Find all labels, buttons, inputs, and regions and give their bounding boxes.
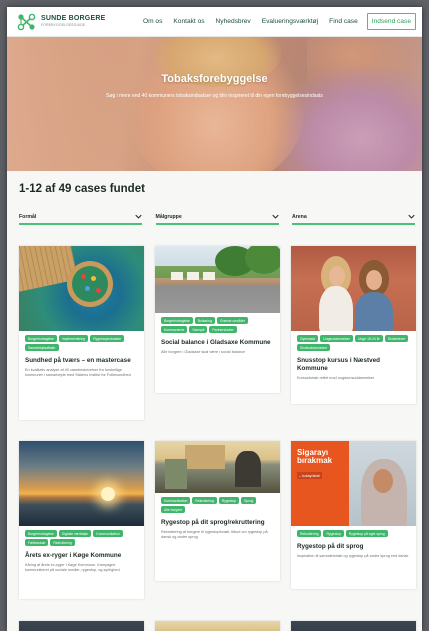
nav-link-kontakt-os[interactable]: Kontakt os xyxy=(173,18,204,25)
case-card[interactable]: Gymnasie Ungeuddannelser Unge 15-24 år S… xyxy=(291,246,416,404)
case-image xyxy=(291,246,416,331)
tag[interactable]: Skoleuddannelser xyxy=(297,344,331,351)
tag[interactable]: Ungeuddannelser xyxy=(320,335,354,342)
case-description: Kursusforløb rettet mod ungdomsuddannels… xyxy=(297,375,375,380)
poster-headline: Sigarayı bırakmak xyxy=(297,448,333,466)
hero-title: Tobaksforebyggelse xyxy=(161,73,268,85)
tag-list: Kommunikation Rekruttering Rygestop Spro… xyxy=(161,497,274,513)
case-title[interactable]: Årets ex-ryger i Køge Kommune xyxy=(25,552,138,560)
tag[interactable]: Gymnasie xyxy=(297,335,319,342)
case-card[interactable]: Kommunikation Rekruttering Rygestop Spro… xyxy=(155,441,280,581)
case-description: Inspiration til samtaleforløb og rygesto… xyxy=(297,553,409,558)
case-card[interactable] xyxy=(155,621,280,631)
filter-label: Formål xyxy=(19,213,37,220)
case-card[interactable]: Borgerindragelse Digitale værktøjer Komm… xyxy=(19,441,144,599)
chevron-down-icon xyxy=(408,214,415,219)
tag[interactable]: Borgerindragelse xyxy=(25,335,57,342)
case-description: En kvalitativ analyse af 40 casebeskrive… xyxy=(25,367,131,378)
case-image xyxy=(291,621,416,631)
case-image xyxy=(19,441,144,526)
tag[interactable]: Skoleelever xyxy=(384,335,409,342)
logo-text: SUNDE BORGERE FOREBYGGELSESGUIDE xyxy=(41,15,105,27)
logo-subtitle: FOREBYGGELSESGUIDE xyxy=(41,23,86,28)
case-image xyxy=(155,246,280,313)
logo[interactable]: SUNDE BORGERE FOREBYGGELSESGUIDE xyxy=(17,12,123,32)
tag[interactable]: Unge 15-24 år xyxy=(355,335,383,342)
hero-subtitle: Søg i mere end 40 kommuners tobaksindsat… xyxy=(106,93,323,99)
case-card[interactable]: Borgerindragelse Implementering Rygestop… xyxy=(19,246,144,420)
tag[interactable]: Implementering xyxy=(58,335,89,342)
nav-link-evalueringsvaerktoej[interactable]: Evalueringsværktøj xyxy=(262,18,318,25)
filter-maalgruppe-dropdown[interactable]: Målgruppe xyxy=(155,210,279,225)
page: SUNDE BORGERE FOREBYGGELSESGUIDE Om os K… xyxy=(7,7,422,631)
tag[interactable]: Rygestop xyxy=(218,497,240,504)
tag[interactable]: Partnerskaber xyxy=(209,326,237,333)
case-card[interactable] xyxy=(19,621,144,631)
tag-list: Gymnasie Ungeuddannelser Unge 15-24 år S… xyxy=(297,335,410,351)
filter-label: Målgruppe xyxy=(155,213,182,220)
tag[interactable]: Borgerindragelse xyxy=(25,530,57,537)
tag[interactable]: Rygestopindsatser xyxy=(90,335,125,342)
case-title[interactable]: Sundhed på tværs – en mastercase xyxy=(25,357,138,365)
filter-arena-dropdown[interactable]: Arena xyxy=(292,210,415,225)
tag[interactable]: Samspil xyxy=(189,326,208,333)
chevron-down-icon xyxy=(135,214,142,219)
tag[interactable]: Samarbejdsaftaler xyxy=(25,344,59,351)
case-description: Rekruttering af borgere til rygestopforl… xyxy=(161,529,268,540)
filter-formaal-dropdown[interactable]: Formål xyxy=(19,210,142,225)
tag[interactable]: Alle borgere xyxy=(161,506,186,513)
main-nav: Om os Kontakt os Nyhedsbrev Evalueringsv… xyxy=(123,13,416,30)
case-description: Kåring af årets ex-ryger i Køge Kommune.… xyxy=(25,562,121,573)
case-image xyxy=(155,621,280,631)
case-image: Sigarayı bırakmak – kolaylıkla! xyxy=(291,441,416,526)
tag[interactable]: Rekruttering xyxy=(192,497,217,504)
tag[interactable]: Rekruttering xyxy=(297,530,322,537)
logo-icon xyxy=(17,13,36,30)
case-title[interactable]: Rygestop på dit sprog/rekruttering xyxy=(161,519,274,527)
nav-link-nyhedsbrev[interactable]: Nyhedsbrev xyxy=(216,18,251,25)
nav-link-om-os[interactable]: Om os xyxy=(143,18,162,25)
case-title[interactable]: Rygestop på dit sprog xyxy=(297,543,410,551)
tag[interactable]: Rekruttering xyxy=(50,539,75,546)
tag[interactable]: Digitale værktøjer xyxy=(58,530,92,537)
tag-list: Borgerindragelse Implementering Rygestop… xyxy=(25,335,138,351)
tag[interactable]: Kommunerne xyxy=(161,326,188,333)
submit-case-button[interactable]: Indsend case xyxy=(366,13,416,30)
case-description: Alle borgere i Gladsaxe skal være i soci… xyxy=(161,349,245,354)
poster-subline: – kolaylıkla! xyxy=(297,472,322,479)
case-title[interactable]: Snusstop kursus i Næstved Kommune xyxy=(297,357,410,373)
tag[interactable]: Rygestop xyxy=(323,530,344,537)
tag[interactable]: Grønne områder xyxy=(216,317,249,324)
tag[interactable]: Kommunikation xyxy=(93,530,123,537)
tag-list: Borgerindragelse Bolsaring Grønne område… xyxy=(161,317,274,333)
case-card[interactable]: Sigarayı bırakmak – kolaylıkla! Rekrutte… xyxy=(291,441,416,589)
site-header: SUNDE BORGERE FOREBYGGELSESGUIDE Om os K… xyxy=(7,7,422,37)
tag-list: Borgerindragelse Digitale værktøjer Komm… xyxy=(25,530,138,546)
results-count-heading: 1-12 af 49 cases fundet xyxy=(19,183,145,195)
case-title[interactable]: Social balance i Gladsaxe Kommune xyxy=(161,339,274,347)
case-image xyxy=(155,441,280,493)
nav-link-find-case[interactable]: Find case xyxy=(329,18,358,25)
case-card[interactable] xyxy=(291,621,416,631)
filter-bar: Formål Målgruppe Arena xyxy=(19,210,415,225)
case-image xyxy=(19,621,144,631)
tag[interactable]: Rygestop på eget sprog xyxy=(345,530,388,537)
tag[interactable]: Bolsaring xyxy=(194,317,215,324)
tag[interactable]: Sprog xyxy=(241,497,257,504)
tag[interactable]: Borgerindragelse xyxy=(161,317,193,324)
logo-title: SUNDE BORGERE xyxy=(41,15,106,23)
chevron-down-icon xyxy=(271,214,279,219)
tag[interactable]: Kommunikation xyxy=(161,497,191,504)
filter-label: Arena xyxy=(292,213,307,220)
tag[interactable]: Fællesskab xyxy=(25,539,49,546)
case-card[interactable]: Borgerindragelse Bolsaring Grønne område… xyxy=(155,246,280,393)
hero-banner: Tobaksforebyggelse Søg i mere end 40 kom… xyxy=(7,37,422,171)
case-image xyxy=(19,246,144,331)
tag-list: Rekruttering Rygestop Rygestop på eget s… xyxy=(297,530,410,537)
